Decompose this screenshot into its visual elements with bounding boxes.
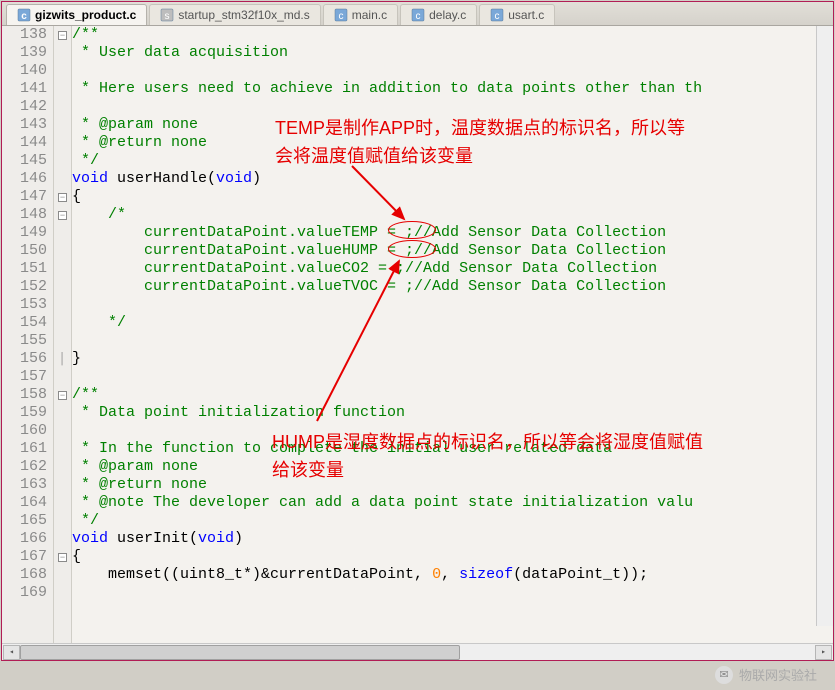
watermark: ✉ 物联网实验社 [715, 665, 817, 684]
annotation-hump: HUMP是湿度数据点的标识名，所以等会将湿度值赋值给该变量 [272, 428, 712, 484]
code-line[interactable]: * Data point initialization function [72, 404, 833, 422]
code-line[interactable]: void userHandle(void) [72, 170, 833, 188]
svg-text:s: s [165, 11, 170, 22]
code-line[interactable]: /** [72, 26, 833, 44]
code-line[interactable]: /** [72, 386, 833, 404]
code-content[interactable]: TEMP是制作APP时，温度数据点的标识名，所以等会将温度值赋值给该变量 HUM… [72, 26, 833, 643]
tab-delay-c[interactable]: cdelay.c [400, 4, 477, 25]
editor-area: 1381391401411421431441451461471481491501… [2, 26, 833, 643]
code-line[interactable]: currentDataPoint.valueTEMP = ;//Add Sens… [72, 224, 833, 242]
code-line[interactable]: { [72, 188, 833, 206]
code-line[interactable] [72, 368, 833, 386]
code-line[interactable]: /* [72, 206, 833, 224]
tab-gizwits-product-c[interactable]: cgizwits_product.c [6, 4, 147, 25]
scroll-thumb[interactable] [20, 645, 460, 660]
code-line[interactable]: currentDataPoint.valueCO2 = ;//Add Senso… [72, 260, 833, 278]
circle-temp [388, 221, 436, 239]
fold-gutter: −−−│−− [54, 26, 72, 643]
tab-startup-stm32f10x-md-s[interactable]: sstartup_stm32f10x_md.s [149, 4, 320, 25]
code-line[interactable]: */ [72, 512, 833, 530]
code-line[interactable] [72, 584, 833, 602]
fold-toggle[interactable]: − [54, 188, 71, 206]
code-line[interactable]: */ [72, 314, 833, 332]
code-line[interactable]: void userInit(void) [72, 530, 833, 548]
svg-text:c: c [416, 11, 421, 22]
wechat-icon: ✉ [715, 666, 733, 684]
annotation-temp: TEMP是制作APP时，温度数据点的标识名，所以等会将温度值赋值给该变量 [275, 114, 695, 170]
svg-text:c: c [495, 11, 500, 22]
svg-text:c: c [21, 11, 27, 22]
fold-toggle[interactable]: − [54, 386, 71, 404]
vertical-scrollbar[interactable] [816, 26, 833, 626]
code-line[interactable] [72, 62, 833, 80]
code-line[interactable]: * @note The developer can add a data poi… [72, 494, 833, 512]
code-line[interactable] [72, 332, 833, 350]
circle-hump [388, 240, 436, 258]
code-line[interactable]: * Here users need to achieve in addition… [72, 80, 833, 98]
code-line[interactable]: currentDataPoint.valueHUMP = ;//Add Sens… [72, 242, 833, 260]
code-line[interactable]: { [72, 548, 833, 566]
fold-toggle[interactable]: − [54, 26, 71, 44]
tab-bar: cgizwits_product.csstartup_stm32f10x_md.… [2, 2, 833, 26]
editor-window: cgizwits_product.csstartup_stm32f10x_md.… [1, 1, 834, 661]
code-line[interactable]: currentDataPoint.valueTVOC = ;//Add Sens… [72, 278, 833, 296]
fold-toggle[interactable]: − [54, 548, 71, 566]
horizontal-scrollbar[interactable]: ◂ ▸ [2, 643, 833, 660]
svg-text:c: c [338, 11, 343, 22]
code-line[interactable] [72, 296, 833, 314]
code-line[interactable]: memset((uint8_t*)&currentDataPoint, 0, s… [72, 566, 833, 584]
fold-toggle[interactable]: − [54, 206, 71, 224]
scroll-right-button[interactable]: ▸ [815, 645, 832, 660]
code-line[interactable]: * User data acquisition [72, 44, 833, 62]
scroll-left-button[interactable]: ◂ [3, 645, 20, 660]
code-line[interactable]: } [72, 350, 833, 368]
tab-usart-c[interactable]: cusart.c [479, 4, 555, 25]
line-number-gutter: 1381391401411421431441451461471481491501… [2, 26, 54, 643]
tab-main-c[interactable]: cmain.c [323, 4, 398, 25]
